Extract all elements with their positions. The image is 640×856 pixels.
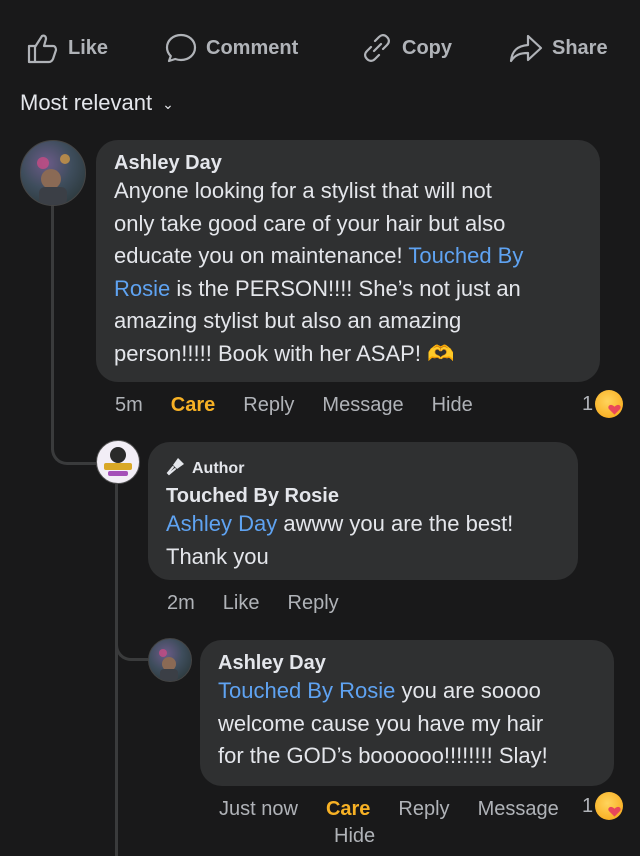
profile-photo-icon: [159, 649, 178, 681]
comment-label: Comment: [206, 36, 299, 59]
timestamp: 2m: [167, 592, 195, 614]
comment-bubble: Ashley Day Touched By Rosie you are sooo…: [200, 640, 614, 786]
profile-photo-icon: [37, 154, 70, 205]
comment-text: Touched By Rosie you are soooo welcome c…: [218, 678, 548, 768]
reply-button[interactable]: Reply: [288, 592, 339, 615]
comment-text: Anyone looking for a stylist that will n…: [114, 178, 524, 366]
mention-link[interactable]: Touched By: [408, 243, 523, 268]
thread-connector-reply2: [115, 630, 148, 661]
comment-author[interactable]: Touched By Rosie: [166, 485, 560, 508]
post-action-bar: Like Comment Copy Share: [0, 22, 640, 74]
avatar[interactable]: [96, 440, 140, 484]
timestamp: Just now: [219, 798, 298, 820]
author-badge: Author: [166, 456, 560, 481]
copy-button[interactable]: Copy: [360, 32, 452, 64]
copy-label: Copy: [402, 36, 452, 59]
comment-meta: 5m Care Reply Message Hide: [115, 394, 501, 417]
thread-connector-reply1: [51, 430, 96, 465]
care-reaction-icon: [595, 792, 624, 820]
reaction-count: 1: [582, 794, 594, 817]
mention-link[interactable]: Ashley Day: [166, 511, 277, 536]
message-button[interactable]: Message: [478, 796, 559, 823]
thumbs-up-icon: [26, 32, 60, 64]
chevron-down-icon: ⌄: [162, 95, 174, 112]
microphone-icon: [166, 456, 186, 481]
author-badge-label: Author: [192, 459, 245, 477]
comment-text: Ashley Day awww you are the best! Thank …: [166, 511, 514, 569]
reaction-summary[interactable]: 1: [582, 390, 624, 418]
share-arrow-icon: [508, 32, 544, 64]
care-button[interactable]: Care: [171, 394, 215, 417]
reply-button[interactable]: Reply: [243, 394, 294, 417]
link-icon: [360, 32, 394, 64]
comment-author[interactable]: Ashley Day: [218, 652, 596, 675]
like-button[interactable]: Like: [223, 592, 260, 615]
comment-bubble: Ashley Day Anyone looking for a stylist …: [96, 140, 600, 382]
comment-button[interactable]: Comment: [164, 32, 298, 64]
avatar[interactable]: [20, 140, 86, 206]
comment-meta: 2m Like Reply: [167, 592, 367, 615]
reaction-count: 1: [582, 392, 594, 415]
touched-by-rosie-logo-icon: [104, 447, 132, 476]
speech-bubble-icon: [164, 32, 198, 64]
sort-label: Most relevant: [20, 90, 153, 115]
comment-author[interactable]: Ashley Day: [114, 152, 582, 175]
reply-button[interactable]: Reply: [398, 796, 449, 823]
thread-line-reply1: [115, 484, 118, 856]
care-reaction-icon: [595, 390, 624, 418]
like-button[interactable]: Like: [26, 32, 108, 64]
message-button[interactable]: Message: [322, 394, 403, 417]
comment-meta: Just now Care Reply Message Hide: [219, 796, 599, 850]
avatar[interactable]: [148, 638, 192, 682]
thread-line-main: [51, 205, 54, 450]
sort-dropdown[interactable]: Most relevant ⌄: [20, 90, 174, 116]
reaction-summary[interactable]: 1: [582, 792, 624, 820]
timestamp: 5m: [115, 394, 143, 416]
mention-link[interactable]: Rosie: [114, 276, 170, 301]
care-button[interactable]: Care: [326, 796, 370, 823]
comment-bubble: Author Touched By Rosie Ashley Day awww …: [148, 442, 578, 580]
share-label: Share: [552, 36, 608, 59]
hide-button[interactable]: Hide: [432, 394, 473, 417]
hide-button[interactable]: Hide: [334, 823, 375, 850]
mention-link[interactable]: Touched By Rosie: [218, 678, 395, 703]
like-label: Like: [68, 36, 109, 59]
share-button[interactable]: Share: [508, 32, 608, 64]
